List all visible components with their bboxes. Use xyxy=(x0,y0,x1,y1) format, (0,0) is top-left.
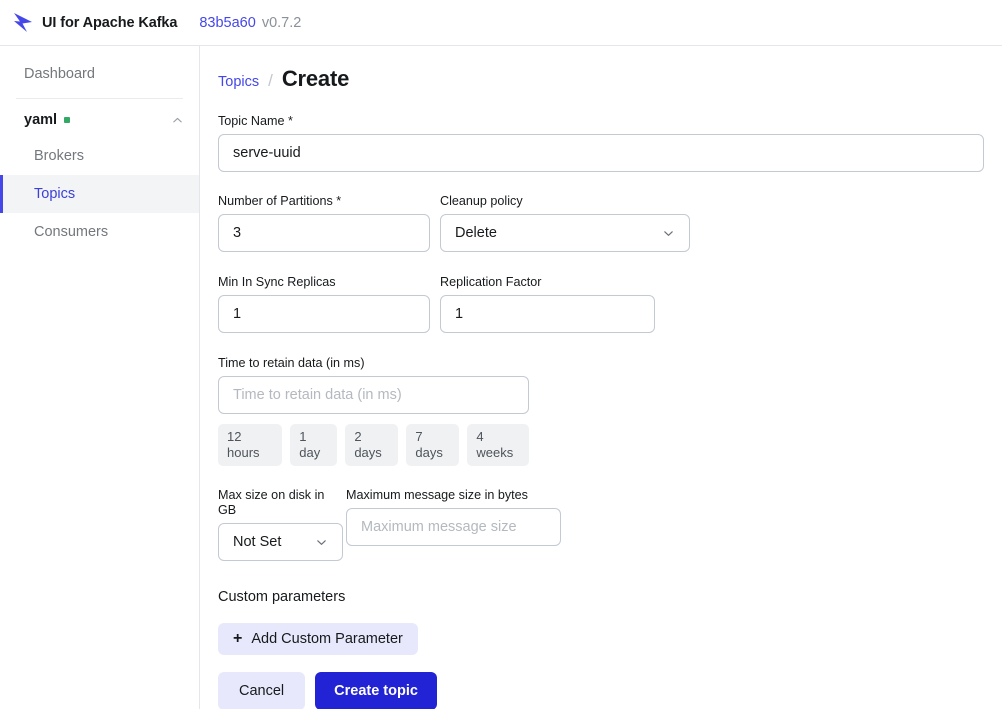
commit-hash: 83b5a60 xyxy=(199,14,256,31)
breadcrumb: Topics / Create xyxy=(200,46,1002,92)
create-topic-form: Topic Name * Number of Partitions * Clea… xyxy=(200,114,1002,709)
sidebar-item-brokers[interactable]: Brokers xyxy=(0,137,199,175)
replication-factor-input[interactable] xyxy=(440,295,655,333)
create-topic-button[interactable]: Create topic xyxy=(315,672,437,709)
chevron-down-icon xyxy=(662,227,675,240)
cleanup-policy-select[interactable]: Delete xyxy=(440,214,690,252)
sidebar-item-label: Brokers xyxy=(34,148,84,164)
field-min-insync-replicas: Min In Sync Replicas xyxy=(218,275,430,333)
breadcrumb-separator: / xyxy=(268,71,273,90)
sidebar-item-label: Topics xyxy=(34,186,76,202)
version-info: 83b5a60 v0.7.2 xyxy=(199,15,301,31)
max-message-size-label: Maximum message size in bytes xyxy=(346,488,528,502)
retention-presets: 12 hours 1 day 2 days 7 days 4 weeks xyxy=(218,424,529,466)
retention-preset-4-weeks[interactable]: 4 weeks xyxy=(467,424,529,466)
field-replication-factor: Replication Factor xyxy=(440,275,655,333)
retention-label: Time to retain data (in ms) xyxy=(218,356,365,370)
retention-input[interactable] xyxy=(218,376,529,414)
cluster-name: yaml xyxy=(24,112,58,128)
min-insync-replicas-input[interactable] xyxy=(218,295,430,333)
field-number-of-partitions: Number of Partitions * xyxy=(218,194,430,252)
cluster-status-dot xyxy=(64,117,71,123)
chevron-down-icon xyxy=(315,536,328,549)
custom-parameters-title: Custom parameters xyxy=(218,589,346,605)
top-bar: UI for Apache Kafka 83b5a60 v0.7.2 xyxy=(0,0,1002,46)
partitions-label: Number of Partitions * xyxy=(218,194,342,208)
replication-factor-label: Replication Factor xyxy=(440,275,542,289)
max-message-size-input[interactable] xyxy=(346,508,561,546)
field-max-message-size: Maximum message size in bytes xyxy=(346,488,561,561)
sidebar-cluster-yaml[interactable]: yaml xyxy=(0,103,199,137)
sidebar-item-label: Dashboard xyxy=(24,66,95,82)
add-custom-parameter-label: Add Custom Parameter xyxy=(251,631,403,647)
chevron-up-icon[interactable] xyxy=(172,115,183,126)
main-content: Topics / Create Topic Name * Number of P… xyxy=(200,46,1002,709)
max-size-on-disk-label: Max size on disk in GB xyxy=(218,488,325,517)
field-time-to-retain: Time to retain data (in ms) 12 hours 1 d… xyxy=(218,356,529,466)
max-size-on-disk-select[interactable]: Not Set xyxy=(218,523,343,561)
field-topic-name: Topic Name * xyxy=(218,114,984,172)
row-replicas: Min In Sync Replicas Replication Factor xyxy=(218,275,1002,333)
sidebar-divider xyxy=(16,98,183,99)
retention-preset-1-day[interactable]: 1 day xyxy=(290,424,338,466)
retention-preset-12-hours[interactable]: 12 hours xyxy=(218,424,283,466)
add-custom-parameter-button[interactable]: + Add Custom Parameter xyxy=(218,623,418,655)
topic-name-label: Topic Name * xyxy=(218,114,293,128)
retention-preset-2-days[interactable]: 2 days xyxy=(345,424,399,466)
page-title: Create xyxy=(281,66,350,91)
row-sizes: Max size on disk in GB Not Set Maximum m… xyxy=(218,488,1002,561)
cleanup-policy-label: Cleanup policy xyxy=(440,194,523,208)
topic-name-input[interactable] xyxy=(218,134,984,172)
sidebar: Dashboard yaml Brokers Topics Consumers xyxy=(0,46,200,709)
version-number: v0.7.2 xyxy=(261,14,302,31)
sidebar-item-consumers[interactable]: Consumers xyxy=(0,213,199,251)
kafka-arrow-logo-icon[interactable] xyxy=(6,6,40,40)
sidebar-item-label: Consumers xyxy=(34,224,109,240)
field-max-size-on-disk: Max size on disk in GB Not Set xyxy=(218,488,343,561)
sidebar-item-topics[interactable]: Topics xyxy=(0,175,199,213)
max-size-on-disk-value: Not Set xyxy=(233,534,282,550)
min-insync-replicas-label: Min In Sync Replicas xyxy=(218,275,336,289)
retention-preset-7-days[interactable]: 7 days xyxy=(406,424,460,466)
field-cleanup-policy: Cleanup policy Delete xyxy=(440,194,690,252)
row-partitions-cleanup: Number of Partitions * Cleanup policy De… xyxy=(218,194,1002,252)
form-actions: Cancel Create topic xyxy=(218,672,1002,709)
brand-title: UI for Apache Kafka xyxy=(42,14,178,31)
breadcrumb-link-topics[interactable]: Topics xyxy=(218,74,259,90)
plus-icon: + xyxy=(233,630,243,647)
partitions-input[interactable] xyxy=(218,214,430,252)
cancel-button[interactable]: Cancel xyxy=(218,672,306,709)
sidebar-item-dashboard[interactable]: Dashboard xyxy=(0,56,199,92)
cleanup-policy-value: Delete xyxy=(455,225,497,241)
